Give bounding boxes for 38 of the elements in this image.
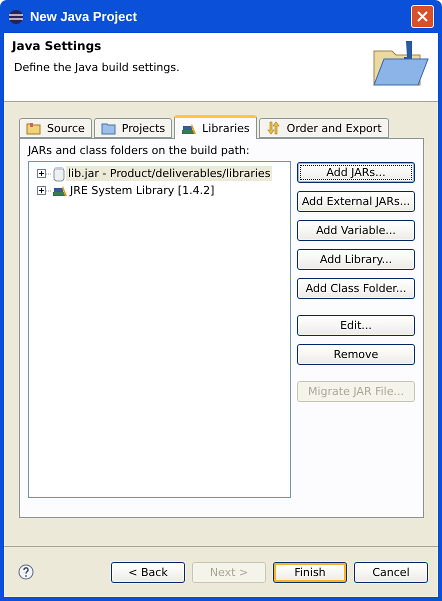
side-button[interactable]: Add External JARs... (297, 191, 415, 212)
build-path-label: JARs and class folders on the build path: (28, 144, 251, 157)
window-title: New Java Project (30, 9, 138, 24)
tab[interactable]: Libraries (174, 115, 257, 139)
tab[interactable]: Source (19, 118, 92, 138)
books-icon (181, 122, 198, 136)
side-button[interactable]: Add Library... (297, 249, 415, 270)
tab-label: Libraries (202, 122, 250, 135)
tree-connector (46, 172, 52, 174)
tree-connector (46, 190, 52, 192)
folder-icon (26, 121, 42, 135)
page-description: Define the Java build settings. (13, 61, 181, 74)
jar-icon (52, 166, 66, 182)
dialog-button[interactable]: < Back (111, 562, 185, 582)
dialog-button[interactable]: Finish (273, 562, 347, 582)
side-button[interactable]: Edit... (297, 315, 415, 336)
tree-item[interactable]: lib.jar - Product/deliverables/libraries (66, 166, 272, 181)
folder-icon (100, 121, 117, 135)
close-icon (417, 11, 428, 22)
dialog-button[interactable]: Cancel (354, 562, 428, 582)
help-icon[interactable] (18, 564, 34, 580)
expand-icon[interactable] (37, 186, 46, 195)
tab-label: Projects (122, 122, 166, 134)
side-button[interactable]: Remove (297, 344, 415, 365)
page-title: Java Settings (12, 39, 102, 53)
side-button[interactable]: Add Variable... (297, 220, 415, 241)
tree-item[interactable]: JRE System Library [1.4.2] (68, 183, 216, 198)
side-button[interactable]: Add JARs... (297, 162, 415, 183)
side-button[interactable]: Add Class Folder... (297, 278, 415, 299)
books-icon (52, 184, 68, 198)
eclipse-icon (8, 8, 24, 24)
tab-label: Order and Export (286, 122, 382, 134)
close-button[interactable] (411, 5, 434, 28)
tab-label: Source (47, 122, 85, 134)
tab[interactable]: Projects (94, 118, 172, 138)
expand-icon[interactable] (37, 169, 46, 178)
tab[interactable]: Order and Export (258, 118, 389, 138)
arrows-icon (266, 121, 282, 135)
